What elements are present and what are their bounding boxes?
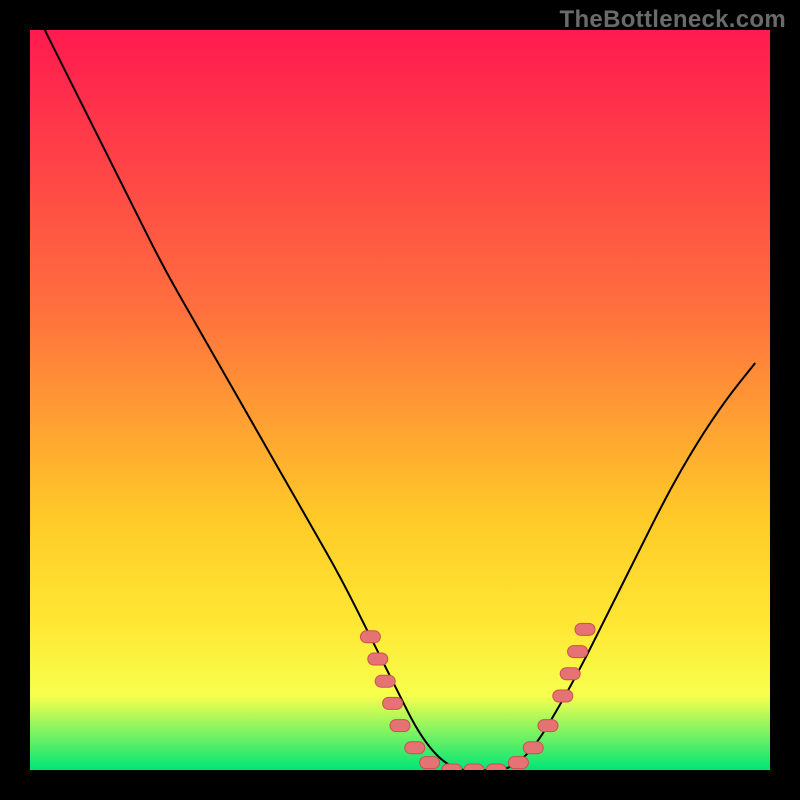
curve-marker — [383, 697, 403, 709]
plot-area — [30, 30, 770, 770]
curve-marker — [560, 668, 580, 680]
curve-marker — [486, 764, 506, 770]
curve-marker — [390, 720, 410, 732]
curve-marker — [442, 764, 462, 770]
curve-marker — [420, 757, 440, 769]
curve-marker — [553, 690, 573, 702]
curve-marker — [508, 757, 528, 769]
curve-marker — [405, 742, 425, 754]
curve-marker — [568, 646, 588, 658]
curve-marker — [538, 720, 558, 732]
chart-svg — [30, 30, 770, 770]
curve-marker — [523, 742, 543, 754]
chart-stage: TheBottleneck.com — [0, 0, 800, 800]
curve-marker — [375, 675, 395, 687]
curve-marker — [360, 631, 380, 643]
curve-marker — [575, 623, 595, 635]
curve-marker — [464, 764, 484, 770]
curve-marker — [368, 653, 388, 665]
gradient-background — [30, 30, 770, 770]
